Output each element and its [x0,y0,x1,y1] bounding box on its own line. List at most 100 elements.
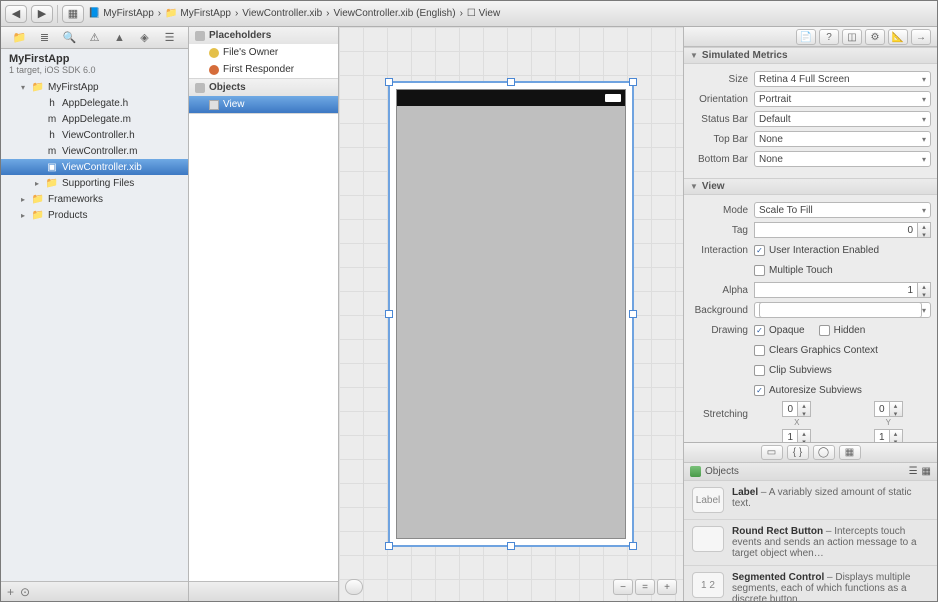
chevron-down-icon: ▾ [922,115,926,124]
related-button[interactable]: ▦ [62,5,84,23]
multiple-touch-checkbox[interactable]: Multiple Touch [754,265,931,276]
clears-graphics-checkbox[interactable]: Clears Graphics Context [754,345,931,356]
library-item[interactable]: LabelLabel – A variably sized amount of … [684,481,937,520]
file-tree-item[interactable]: ▣ViewController.xib [1,159,188,175]
background-color[interactable]: ▾ [754,302,931,318]
back-button[interactable]: ◀ [5,5,27,23]
filter-icon[interactable]: ⊙ [20,585,30,599]
width-stepper[interactable]: 1▴▾ [782,429,811,442]
library-item[interactable]: 1 2Segmented Control – Displays multiple… [684,566,937,601]
autoresize-checkbox[interactable]: ✓Autoresize Subviews [754,385,931,396]
objects-header[interactable]: Objects [189,79,338,96]
file-tree-item[interactable]: hAppDelegate.h [1,95,188,111]
jump-bar: ◀ ▶ ▦ 📘 MyFirstApp › 📁 MyFirstApp › View… [1,1,937,27]
zoom-controls: − = + [613,579,677,595]
file-tree-item[interactable]: mViewController.m [1,143,188,159]
topbar-label: Top Bar [690,134,754,145]
section-simulated-metrics[interactable]: ▼Simulated Metrics [684,47,937,64]
chevron-down-icon: ▾ [922,155,926,164]
mode-combo[interactable]: Scale To Fill▾ [754,202,931,218]
user-interaction-checkbox[interactable]: ✓User Interaction Enabled [754,245,931,256]
orientation-combo[interactable]: Portrait▾ [754,91,931,107]
project-header[interactable]: MyFirstApp 1 target, iOS SDK 6.0 [1,49,188,77]
hidden-checkbox[interactable]: Hidden [819,325,866,336]
crumb[interactable]: ViewController.xib (English) [333,8,455,19]
zoom-out-button[interactable]: − [613,579,633,595]
resize-handle[interactable] [507,542,515,550]
attributes-inspector-tab[interactable]: ⚙ [865,29,885,45]
crumb[interactable]: ☐ View [467,8,500,19]
size-inspector-tab[interactable]: 📐 [888,29,908,45]
topbar-combo[interactable]: None▾ [754,131,931,147]
crumb[interactable]: 📘 MyFirstApp [88,8,154,19]
file-template-tab[interactable]: ▭ [761,445,783,460]
help-inspector-tab[interactable]: ? [819,29,839,45]
forward-button[interactable]: ▶ [31,5,53,23]
resize-handle[interactable] [385,310,393,318]
crumb[interactable]: ViewController.xib [242,8,322,19]
grid-view-icon[interactable]: ▦ [922,466,931,477]
alpha-label: Alpha [690,285,754,296]
outline-toggle[interactable] [345,579,363,595]
file-tree-item[interactable]: ▾📁MyFirstApp [1,79,188,95]
bottombar-combo[interactable]: None▾ [754,151,931,167]
file-tree-item[interactable]: hViewController.h [1,127,188,143]
resize-handle[interactable] [629,310,637,318]
project-nav-tab[interactable]: 📁 [12,30,28,46]
search-nav-tab[interactable]: 🔍 [62,30,78,46]
clip-subviews-checkbox[interactable]: Clip Subviews [754,365,931,376]
code-snippet-tab[interactable]: { } [787,445,809,460]
media-library-tab[interactable]: ▦ [839,445,861,460]
statusbar-combo[interactable]: Default▾ [754,111,931,127]
tag-stepper[interactable]: 0▴▾ [754,222,931,238]
crumb[interactable]: 📁 MyFirstApp [165,8,231,19]
size-combo[interactable]: Retina 4 Full Screen▾ [754,71,931,87]
file-inspector-tab[interactable]: 📄 [796,29,816,45]
placeholders-header[interactable]: Placeholders [189,27,338,44]
height-stepper[interactable]: 1▴▾ [874,429,903,442]
resize-handle[interactable] [507,78,515,86]
color-well [759,302,922,318]
log-nav-tab[interactable]: ☰ [162,30,178,46]
orientation-label: Orientation [690,94,754,105]
drawing-label: Drawing [690,325,754,336]
resize-handle[interactable] [385,78,393,86]
zoom-in-button[interactable]: + [657,579,677,595]
file-tree-item[interactable]: ▸📁Products [1,207,188,223]
connections-inspector-tab[interactable]: → [911,29,931,45]
step-down[interactable]: ▾ [918,231,930,239]
placeholder-item[interactable]: First Responder [189,61,338,78]
zoom-actual-button[interactable]: = [635,579,655,595]
alpha-stepper[interactable]: 1▴▾ [754,282,931,298]
x-stepper[interactable]: 0▴▾ [782,401,811,417]
file-tree-item[interactable]: ▸📁Supporting Files [1,175,188,191]
resize-handle[interactable] [629,542,637,550]
chevron-down-icon: ▾ [922,95,926,104]
file-tree-item[interactable]: mAppDelegate.m [1,111,188,127]
view-canvas[interactable] [388,81,634,547]
step-up[interactable]: ▴ [918,223,930,231]
resize-handle[interactable] [385,542,393,550]
battery-icon [605,94,621,102]
issue-nav-tab[interactable]: ⚠ [87,30,103,46]
identity-inspector-tab[interactable]: ◫ [842,29,862,45]
step-down[interactable]: ▾ [918,291,930,299]
library-item[interactable]: Round Rect Button – Intercepts touch eve… [684,520,937,566]
resize-handle[interactable] [629,78,637,86]
symbol-nav-tab[interactable]: ≣ [37,30,53,46]
object-library-tab[interactable]: ◯ [813,445,835,460]
file-tree-item[interactable]: ▸📁Frameworks [1,191,188,207]
breakpoint-nav-tab[interactable]: ◈ [137,30,153,46]
library-thumb: Label [692,487,724,513]
opaque-checkbox[interactable]: ✓Opaque [754,325,805,336]
placeholder-item[interactable]: File's Owner [189,44,338,61]
debug-nav-tab[interactable]: ▲ [112,30,128,46]
add-icon[interactable]: + [7,585,14,599]
step-up[interactable]: ▴ [918,283,930,291]
y-stepper[interactable]: 0▴▾ [874,401,903,417]
interface-builder-canvas[interactable]: − = + [339,27,683,601]
object-item[interactable]: View [189,96,338,113]
section-view[interactable]: ▼View [684,178,937,195]
list-view-icon[interactable]: ☰ [909,466,918,477]
library-header[interactable]: Objects☰ ▦ [684,463,937,481]
